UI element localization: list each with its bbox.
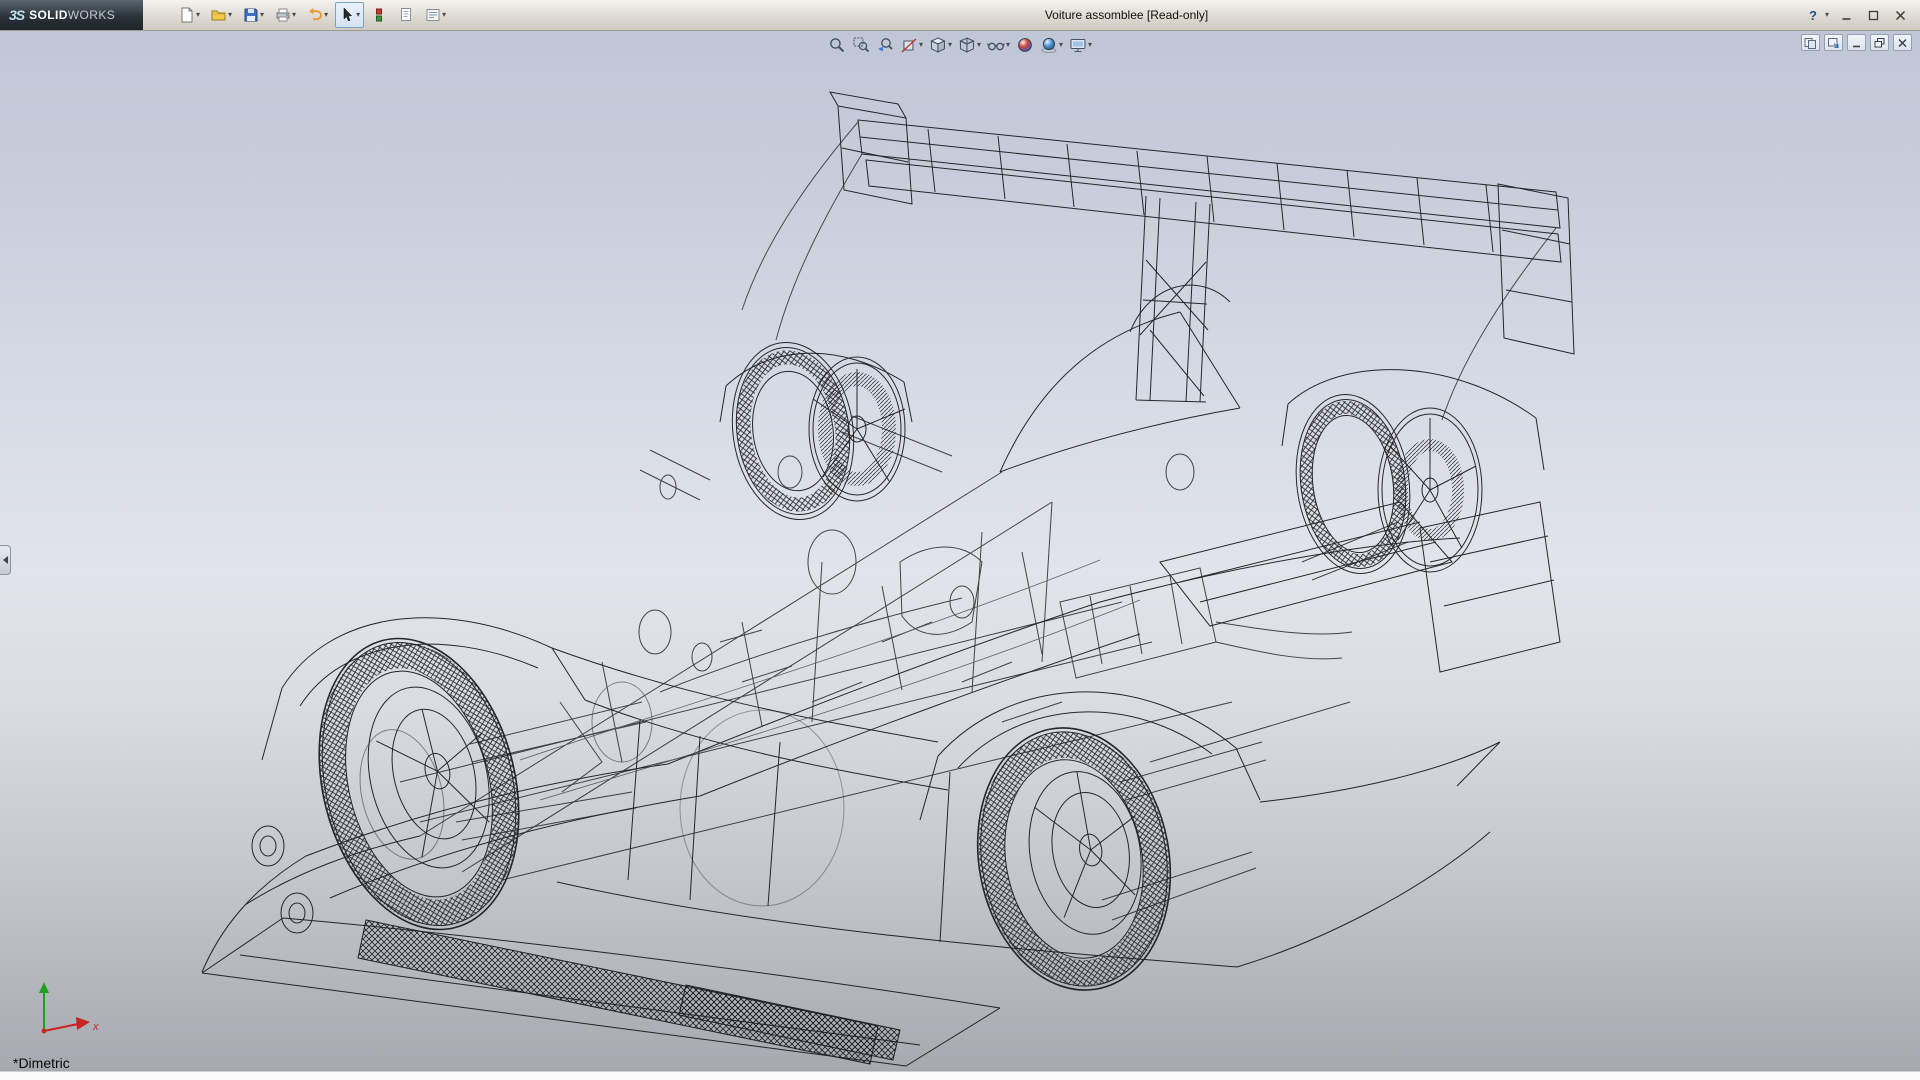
display-style-icon xyxy=(958,36,976,54)
restore-document-button[interactable] xyxy=(1870,34,1889,51)
titlebar: 3S SOLIDWORKS ▾ ▾ ▾ ▾ ▾ xyxy=(0,0,1920,31)
dropdown-arrow-icon[interactable]: ▾ xyxy=(1006,41,1010,49)
save-button[interactable]: ▾ xyxy=(239,2,268,28)
previous-view-icon xyxy=(876,36,894,54)
dropdown-arrow-icon[interactable]: ▾ xyxy=(948,41,952,49)
car-wireframe-group xyxy=(202,92,1574,1066)
dropdown-arrow-icon[interactable]: ▾ xyxy=(228,11,232,19)
dropdown-arrow-icon[interactable]: ▾ xyxy=(1088,41,1092,49)
view-orientation-button[interactable]: ▾ xyxy=(927,33,954,57)
front-left-wheel xyxy=(290,617,548,951)
graphics-viewport[interactable]: ▾ ▾ ▾ ▾ ▾ ▾ xyxy=(0,30,1920,1072)
document-sheet-icon xyxy=(398,7,414,23)
brand-mark-icon: 3S xyxy=(9,7,24,23)
view-orientation-cube-icon xyxy=(929,36,947,54)
apply-scene-button[interactable]: ▾ xyxy=(1038,33,1065,57)
document-window-controls xyxy=(1801,34,1912,51)
dropdown-arrow-icon[interactable]: ▾ xyxy=(442,11,446,19)
maximize-button[interactable] xyxy=(1863,6,1883,24)
options-form-icon xyxy=(425,7,441,23)
appearance-sphere-icon xyxy=(1016,36,1034,54)
maximize-icon xyxy=(1868,10,1879,21)
show-featuremanager-button[interactable] xyxy=(1801,34,1820,51)
section-view-icon xyxy=(900,36,918,54)
dropdown-arrow-icon[interactable]: ▾ xyxy=(356,11,360,19)
previous-view-button[interactable] xyxy=(874,33,896,57)
open-button[interactable]: ▾ xyxy=(207,2,236,28)
dropdown-arrow-icon[interactable]: ▾ xyxy=(977,41,981,49)
undo-button[interactable]: ▾ xyxy=(303,2,332,28)
featuremanager-collapse-tab[interactable] xyxy=(0,545,11,575)
minimize-icon xyxy=(1841,10,1852,21)
zoom-to-area-icon xyxy=(852,36,870,54)
solidworks-logo: 3S SOLIDWORKS xyxy=(0,0,143,30)
help-dropdown-arrow-icon[interactable]: ▾ xyxy=(1825,11,1829,19)
scene-sphere-icon xyxy=(1040,36,1058,54)
rear-left-wheel xyxy=(958,713,1191,1006)
new-document-icon xyxy=(179,7,195,23)
save-floppy-icon xyxy=(243,7,259,23)
zoom-to-fit-icon xyxy=(828,36,846,54)
edit-appearance-button[interactable] xyxy=(1014,33,1036,57)
window-title: Voiture assomblee [Read-only] xyxy=(450,8,1803,22)
open-folder-icon xyxy=(211,7,227,23)
minimize-button[interactable] xyxy=(1836,6,1856,24)
options-button[interactable]: ▾ xyxy=(421,2,450,28)
restore-icon xyxy=(1873,37,1886,49)
brand-text: SOLIDWORKS xyxy=(29,6,115,24)
selection-filter-button[interactable] xyxy=(367,2,391,28)
dropdown-arrow-icon[interactable]: ▾ xyxy=(324,11,328,19)
minimize-icon xyxy=(1850,37,1863,49)
panes-icon xyxy=(1804,37,1817,49)
view-orientation-label: *Dimetric xyxy=(13,1055,70,1071)
display-style-button[interactable]: ▾ xyxy=(956,33,983,57)
select-button[interactable]: ▾ xyxy=(335,2,364,28)
view-settings-monitor-icon xyxy=(1069,36,1087,54)
rear-wing xyxy=(742,92,1574,420)
pane-arrow-icon xyxy=(1827,37,1840,49)
close-document-button[interactable] xyxy=(1893,34,1912,51)
minimize-document-button[interactable] xyxy=(1847,34,1866,51)
chassis-internals xyxy=(400,416,1408,920)
zoom-to-area-button[interactable] xyxy=(850,33,872,57)
show-display-pane-button[interactable] xyxy=(1824,34,1843,51)
view-settings-button[interactable]: ▾ xyxy=(1067,33,1094,57)
undo-arrow-icon xyxy=(307,7,323,23)
new-document-button[interactable]: ▾ xyxy=(175,2,204,28)
dropdown-arrow-icon[interactable]: ▾ xyxy=(1059,41,1063,49)
main-toolbar: ▾ ▾ ▾ ▾ ▾ ▾ xyxy=(175,2,450,28)
chevron-left-icon xyxy=(3,556,8,564)
status-strip xyxy=(0,1071,1920,1080)
help-button[interactable]: ? xyxy=(1809,8,1817,23)
dropdown-arrow-icon[interactable]: ▾ xyxy=(196,11,200,19)
copy-sheet-button[interactable] xyxy=(394,2,418,28)
close-icon xyxy=(1895,10,1906,21)
eyeglasses-icon xyxy=(987,36,1005,54)
window-controls: ? ▾ xyxy=(1803,6,1920,24)
hide-show-items-button[interactable]: ▾ xyxy=(985,33,1012,57)
orientation-triad: x xyxy=(28,979,106,1046)
dropdown-arrow-icon[interactable]: ▾ xyxy=(292,11,296,19)
print-button[interactable]: ▾ xyxy=(271,2,300,28)
model-wireframe[interactable] xyxy=(0,30,1920,1072)
close-button[interactable] xyxy=(1890,6,1910,24)
headsup-toolbar: ▾ ▾ ▾ ▾ ▾ ▾ xyxy=(826,33,1094,57)
dropdown-arrow-icon[interactable]: ▾ xyxy=(919,41,923,49)
section-view-button[interactable]: ▾ xyxy=(898,33,925,57)
print-icon xyxy=(275,7,291,23)
zoom-to-fit-button[interactable] xyxy=(826,33,848,57)
selection-filter-icon xyxy=(371,7,387,23)
select-cursor-icon xyxy=(339,7,355,23)
dropdown-arrow-icon[interactable]: ▾ xyxy=(260,11,264,19)
close-icon xyxy=(1896,37,1909,49)
triad-x-label: x xyxy=(92,1021,99,1033)
triad-axes-icon: x xyxy=(28,979,106,1041)
